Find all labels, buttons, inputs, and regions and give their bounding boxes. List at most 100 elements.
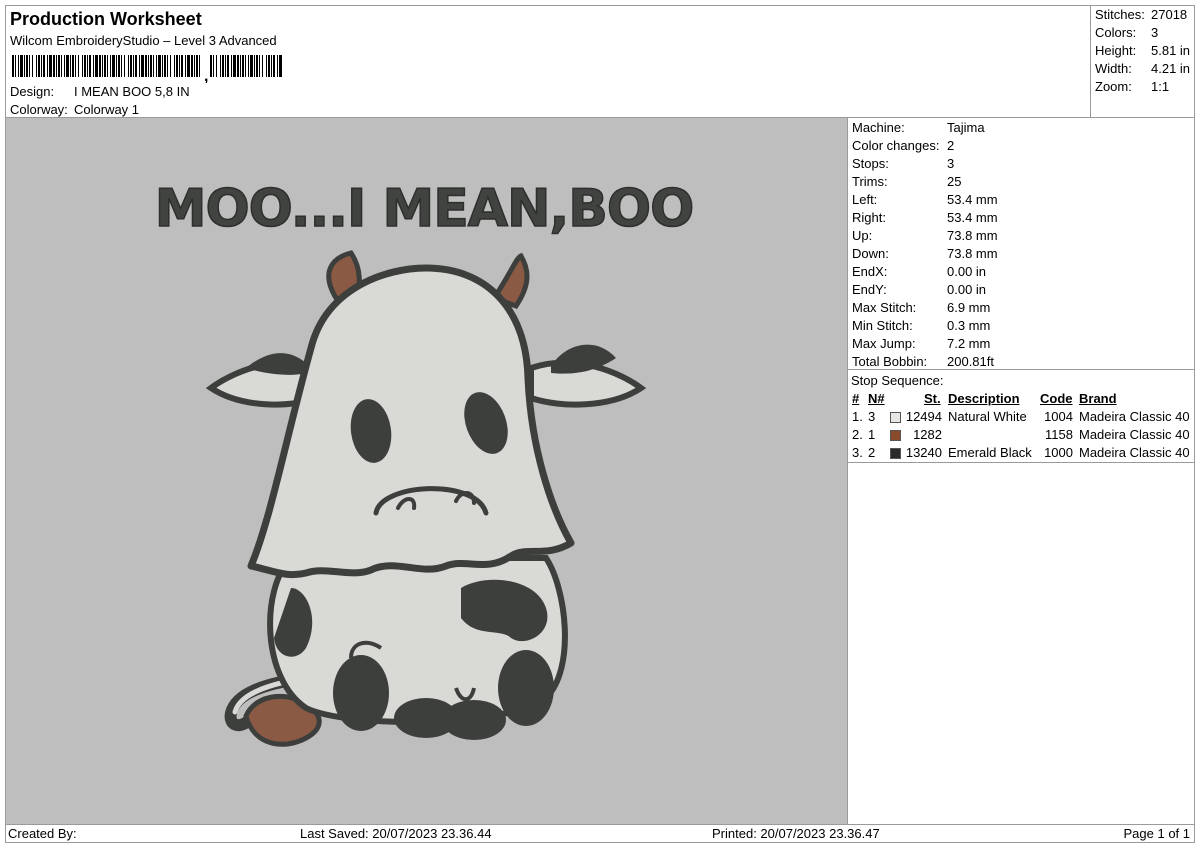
barcode-bar (26, 55, 28, 77)
barcode-bar (210, 55, 212, 77)
row-num: 3. (852, 445, 863, 460)
machine-info-value: 73.8 mm (947, 228, 998, 243)
stop-sequence-header: # N# St. Description Code Brand (848, 391, 1194, 409)
barcode-bar (124, 55, 125, 77)
barcode-bar (248, 55, 249, 77)
barcode-bar (121, 55, 122, 77)
machine-info-value: 0.3 mm (947, 318, 991, 333)
machine-info-value: 53.4 mm (947, 192, 998, 207)
barcode-bar (93, 55, 94, 77)
row-brand: Madeira Classic 40 (1079, 445, 1190, 460)
machine-info-value: 25 (947, 174, 962, 189)
barcode-bar (279, 55, 282, 77)
barcode-bar (56, 55, 57, 77)
summary-row: Stitches: 27018 (1094, 7, 1194, 25)
barcode-bar (225, 55, 226, 77)
machine-info-value: 7.2 mm (947, 336, 991, 351)
design-value: I MEAN BOO 5,8 IN (74, 84, 190, 99)
machine-info-row: Up: 73.8 mm (851, 228, 1191, 246)
row-needle: 3 (868, 409, 876, 424)
barcode-bar (66, 55, 69, 77)
barcode-bar (185, 55, 186, 77)
barcode-bar (181, 55, 183, 77)
barcode-bar (220, 55, 221, 77)
barcode-bar (167, 55, 168, 77)
machine-info-row: Right: 53.4 mm (851, 210, 1191, 228)
barcode-bar (104, 55, 106, 77)
barcode-bar (47, 55, 48, 77)
barcode-text: , (204, 68, 208, 83)
barcode-bar (112, 55, 115, 77)
barcode-bar (254, 55, 255, 77)
row-needle: 1 (868, 427, 876, 442)
design-label: Design: (10, 84, 55, 99)
barcode-bar (273, 55, 275, 77)
barcode-bar (87, 55, 88, 77)
barcode-bar (18, 55, 19, 77)
machine-info-label: Machine: (852, 120, 905, 135)
barcode-bar (58, 55, 60, 77)
barcode-bar (174, 55, 175, 77)
barcode-bar (12, 55, 14, 77)
summary-value: 4.21 in (1151, 61, 1191, 76)
barcode-bar (49, 55, 52, 77)
machine-info-row: Max Stitch: 6.9 mm (851, 300, 1191, 318)
summary-label: Stitches: (1095, 7, 1145, 22)
notes-panel (847, 462, 1195, 825)
row-brand: Madeira Classic 40 (1079, 427, 1190, 442)
machine-info-label: Min Stitch: (852, 318, 913, 333)
machine-info-label: EndY: (852, 282, 887, 297)
barcode-bar (156, 55, 157, 77)
stop-sequence-row: 2. 1 1282 1158 Madeira Classic 40 (848, 427, 1194, 445)
thread-color-swatch (890, 448, 901, 459)
row-code: 1004 (1044, 409, 1073, 424)
stop-sequence-row: 3. 2 13240 Emerald Black 1000 Madeira Classic… (848, 445, 1194, 463)
barcode-bar (141, 55, 144, 77)
summary-label: Width: (1095, 61, 1132, 76)
machine-info-row: Trims: 25 (851, 174, 1191, 192)
barcode-bar (194, 55, 195, 77)
machine-info-label: Right: (852, 210, 886, 225)
barcode-bar (116, 55, 117, 77)
summary-label: Zoom: (1095, 79, 1132, 94)
machine-info-panel: Machine: Tajima Color changes: 2 Stops: 3 Trim… (847, 117, 1195, 370)
barcode-bar (128, 55, 129, 77)
machine-info-label: Color changes: (852, 138, 940, 153)
barcode-bar (32, 55, 33, 77)
barcode-bar (41, 55, 42, 77)
barcode-bar (75, 55, 76, 77)
colorway-label: Colorway: (10, 102, 68, 117)
barcode-bar (130, 55, 132, 77)
summary-row: Height: 5.81 in (1094, 43, 1194, 61)
summary-row: Zoom: 1:1 (1094, 79, 1194, 97)
barcode-bar (213, 55, 214, 77)
barcode-bar (38, 55, 40, 77)
summary-value: 1:1 (1151, 79, 1170, 94)
barcode-bar (118, 55, 120, 77)
barcode-bar (179, 55, 180, 77)
page-title: Production Worksheet (10, 9, 202, 29)
barcode-bar (99, 55, 101, 77)
barcode-bar (78, 55, 79, 77)
summary-value: 27018 (1151, 7, 1188, 22)
machine-info-value: 0.00 in (947, 264, 987, 279)
barcode-bar (64, 55, 65, 77)
machine-info-label: Stops: (852, 156, 889, 171)
machine-info-label: Up: (852, 228, 873, 243)
barcode-bar (240, 55, 241, 77)
stop-sequence-row: 1. 3 12494 Natural White 1004 Madeira Classic… (848, 409, 1194, 427)
thread-color-swatch (890, 430, 901, 441)
header-n: N# (868, 391, 885, 406)
machine-info-value: 73.8 mm (947, 246, 998, 261)
barcode-bar (259, 55, 260, 77)
barcode-bar (70, 55, 71, 77)
barcode-bar (145, 55, 147, 77)
barcode-bar (164, 55, 166, 77)
machine-info-row: Max Jump: 7.2 mm (851, 336, 1191, 354)
barcode-bar (222, 55, 224, 77)
barcode: , (12, 55, 282, 83)
summary-label: Height: (1095, 43, 1137, 58)
barcode-bar (139, 55, 140, 77)
summary-value: 5.81 in (1151, 43, 1191, 58)
barcode-bar (89, 55, 91, 77)
